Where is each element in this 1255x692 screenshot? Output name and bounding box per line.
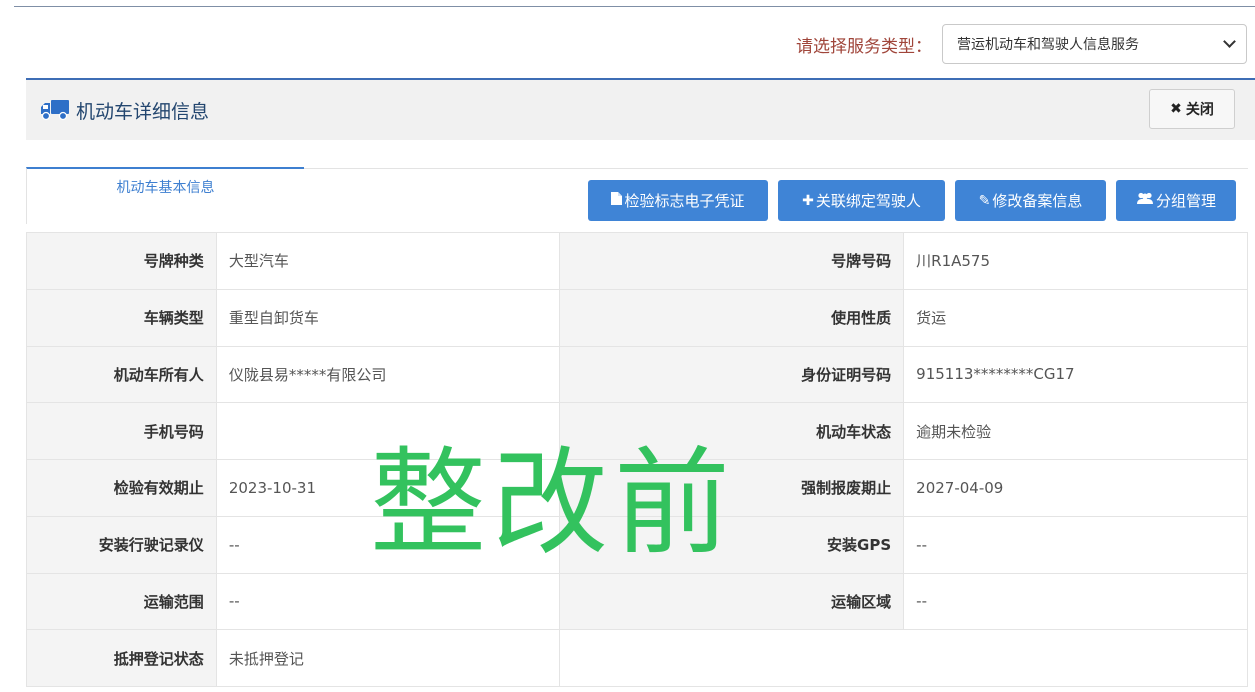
chevron-down-icon bbox=[1223, 35, 1236, 48]
top-divider bbox=[14, 6, 1255, 7]
action-buttons: 检验标志电子凭证 ✚ 关联绑定驾驶人 ✎ 修改备案信息 分组管理 bbox=[588, 180, 1236, 221]
field-value: 915113********CG17 bbox=[903, 345, 1248, 404]
field-value: 重型自卸货车 bbox=[215, 288, 561, 347]
service-type-row: 请选择服务类型： 营运机动车和驾驶人信息服务 bbox=[796, 24, 1247, 64]
field-label: 手机号码 bbox=[26, 402, 217, 460]
bind-driver-button[interactable]: ✚ 关联绑定驾驶人 bbox=[778, 180, 945, 221]
group-manage-button[interactable]: 分组管理 bbox=[1116, 180, 1236, 221]
field-label: 检验有效期止 bbox=[26, 459, 217, 517]
group-manage-label: 分组管理 bbox=[1155, 192, 1216, 210]
plus-icon: ✚ bbox=[802, 192, 814, 209]
table-row: 车辆类型 重型自卸货车 使用性质 货运 bbox=[26, 288, 1248, 347]
vehicle-info-table: 号牌种类 大型汽车 号牌号码 川R1A575 车辆类型 重型自卸货车 使用性质 … bbox=[26, 232, 1248, 687]
field-value: 未抵押登记 bbox=[215, 629, 561, 687]
field-label: 运输范围 bbox=[26, 572, 217, 631]
table-row: 检验有效期止 2023-10-31 强制报废期止 2027-04-09 bbox=[26, 459, 1248, 517]
inspection-certificate-label: 检验标志电子凭证 bbox=[624, 192, 745, 210]
truck-icon bbox=[40, 99, 70, 121]
field-label: 机动车所有人 bbox=[26, 345, 217, 404]
field-label: 强制报废期止 bbox=[559, 459, 905, 517]
field-label: 安装GPS bbox=[559, 515, 905, 574]
edit-record-label: 修改备案信息 bbox=[992, 192, 1083, 210]
table-row: 手机号码 机动车状态 逾期未检验 bbox=[26, 402, 1248, 460]
table-row: 运输范围 -- 运输区域 -- bbox=[26, 572, 1248, 631]
service-type-select[interactable]: 营运机动车和驾驶人信息服务 bbox=[942, 24, 1247, 64]
field-label: 使用性质 bbox=[559, 288, 905, 347]
field-value: 川R1A575 bbox=[903, 232, 1248, 290]
field-label: 号牌号码 bbox=[559, 232, 905, 290]
field-value: 仪陇县易*****有限公司 bbox=[215, 345, 561, 404]
table-row: 安装行驶记录仪 -- 安装GPS -- bbox=[26, 515, 1248, 574]
users-icon bbox=[1136, 192, 1154, 209]
field-value: 大型汽车 bbox=[215, 232, 561, 290]
panel-title: 机动车详细信息 bbox=[76, 100, 210, 123]
field-label: 机动车状态 bbox=[559, 402, 905, 460]
table-row: 号牌种类 大型汽车 号牌号码 川R1A575 bbox=[26, 232, 1248, 290]
close-icon: ✖ bbox=[1170, 101, 1182, 117]
field-value: 2027-04-09 bbox=[903, 459, 1248, 517]
field-label: 抵押登记状态 bbox=[26, 629, 217, 687]
field-value: -- bbox=[903, 572, 1248, 631]
close-button-label: 关闭 bbox=[1185, 102, 1214, 118]
inspection-certificate-button[interactable]: 检验标志电子凭证 bbox=[588, 180, 768, 221]
field-value: 货运 bbox=[903, 288, 1248, 347]
service-type-label: 请选择服务类型： bbox=[796, 36, 932, 57]
bind-driver-label: 关联绑定驾驶人 bbox=[815, 192, 921, 210]
pencil-icon: ✎ bbox=[978, 192, 991, 209]
file-icon bbox=[611, 192, 623, 209]
field-value: 2023-10-31 bbox=[215, 459, 561, 517]
edit-record-button[interactable]: ✎ 修改备案信息 bbox=[955, 180, 1106, 221]
service-type-selected: 营运机动车和驾驶人信息服务 bbox=[957, 37, 1139, 53]
table-row: 抵押登记状态 未抵押登记 bbox=[26, 629, 1248, 687]
tab-bar: 机动车基本信息 检验标志电子凭证 ✚ 关联绑定驾驶人 ✎ 修改备案信息 分组管理 bbox=[26, 167, 1248, 224]
field-value: -- bbox=[903, 515, 1248, 574]
field-value: -- bbox=[215, 572, 561, 631]
table-row: 机动车所有人 仪陇县易*****有限公司 身份证明号码 915113******… bbox=[26, 345, 1248, 404]
panel-header: 机动车详细信息 ✖ 关闭 bbox=[26, 78, 1255, 140]
tab-label: 机动车基本信息 bbox=[116, 180, 215, 196]
field-label: 运输区域 bbox=[559, 572, 905, 631]
close-button[interactable]: ✖ 关闭 bbox=[1149, 89, 1235, 129]
field-value: 逾期未检验 bbox=[903, 402, 1248, 460]
field-label: 车辆类型 bbox=[26, 288, 217, 347]
empty-cell bbox=[559, 629, 1248, 687]
field-value bbox=[215, 402, 561, 460]
tab-vehicle-basic-info[interactable]: 机动车基本信息 bbox=[26, 167, 304, 224]
field-label: 安装行驶记录仪 bbox=[26, 515, 217, 574]
field-value: -- bbox=[215, 515, 561, 574]
field-label: 号牌种类 bbox=[26, 232, 217, 290]
field-label: 身份证明号码 bbox=[559, 345, 905, 404]
